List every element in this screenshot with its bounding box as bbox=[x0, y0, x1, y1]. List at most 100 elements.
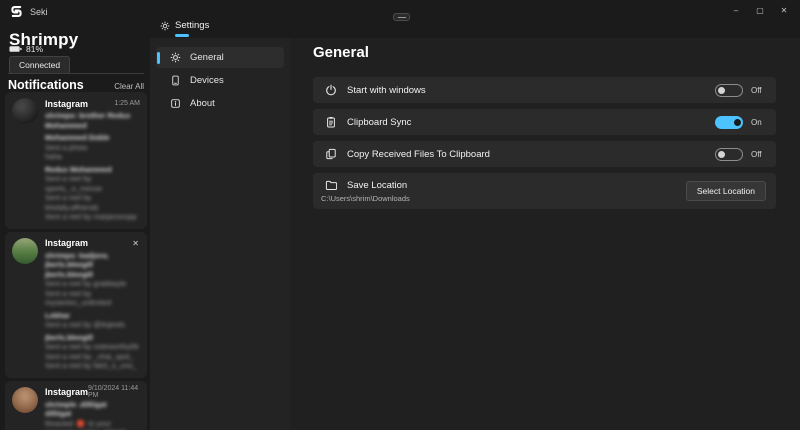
notification-message-line: haha bbox=[45, 152, 140, 162]
notification-avatar bbox=[12, 238, 38, 264]
notification-avatar bbox=[12, 387, 38, 413]
reaction-emoji-icon bbox=[77, 420, 84, 427]
notification-top-row: Instagram ✕ shrimpo: badjora; jberls.bleeg… bbox=[12, 238, 140, 371]
toggle-control: On bbox=[715, 116, 764, 129]
notification-message-line: Reacted to your message: I WILL WRAP YOU… bbox=[45, 419, 140, 430]
toggle-thumb bbox=[734, 119, 741, 126]
notification-sender-line: shrimple .dilliigat bbox=[45, 400, 140, 410]
toggle-start-with-windows[interactable] bbox=[715, 84, 743, 97]
app-title: Seki bbox=[30, 7, 48, 17]
battery-icon bbox=[9, 44, 22, 54]
setting-label: Start with windows bbox=[347, 85, 715, 96]
notification-message-line: Sent a reel by mysteries_unlimited bbox=[45, 289, 140, 308]
sidebar-item-general[interactable]: General bbox=[156, 47, 284, 68]
nav-item-label: General bbox=[190, 52, 224, 63]
notification-top-row: Instagram 1:25 AM shrimpo: brother Redux M… bbox=[12, 98, 140, 222]
toggle-thumb bbox=[718, 151, 725, 158]
notification-sender-line: dilliigat bbox=[45, 409, 140, 419]
notification-sender-line: jberls.bleegill bbox=[45, 270, 140, 280]
device-sidebar: Shrimpy 81% Connected Notifications Clea… bbox=[0, 28, 150, 430]
toggle-state-label: On bbox=[751, 118, 764, 127]
notification-message-line: Sent a reel by _chai_spot_ bbox=[45, 352, 140, 362]
page-title: General bbox=[313, 44, 369, 61]
toggle-clipboard-sync[interactable] bbox=[715, 116, 743, 129]
battery-percent: 81% bbox=[26, 44, 43, 54]
maximize-button[interactable]: ▢ bbox=[748, 1, 772, 19]
info-icon bbox=[170, 98, 181, 109]
sidebar-item-about[interactable]: About bbox=[156, 93, 284, 114]
minimize-button[interactable]: – bbox=[724, 1, 748, 19]
notification-close-icon[interactable]: ✕ bbox=[131, 239, 140, 248]
app-identity: Seki bbox=[10, 5, 48, 18]
toggle-control: Off bbox=[715, 84, 764, 97]
window-drag-pill[interactable] bbox=[393, 13, 410, 21]
tab-active-indicator bbox=[175, 34, 189, 37]
toggle-thumb bbox=[718, 87, 725, 94]
window-controls: – ▢ ✕ bbox=[724, 1, 796, 19]
notification-card[interactable]: Instagram ✕ shrimpo: badjora; jberls.bleeg… bbox=[5, 232, 147, 378]
settings-main: General Start with windowsOffClipboard S… bbox=[290, 38, 800, 430]
power-icon bbox=[325, 84, 337, 96]
notification-message-line: Sent a reel by noteworthy99 bbox=[45, 342, 140, 352]
notification-sender-line: shrimpo: brother Redux Mohammed bbox=[45, 111, 140, 130]
notification-message-line: Sent a reel by sports_.o_messe bbox=[45, 174, 140, 193]
notification-sender-line: jberls.bleegill bbox=[45, 333, 140, 343]
gear-icon bbox=[160, 21, 170, 31]
notification-body: Instagram 1:25 AM shrimpo: brother Redux M… bbox=[45, 98, 140, 222]
setting-row-clipboard-sync: Clipboard Sync On bbox=[313, 109, 776, 135]
settings-nav-list: General Devices About bbox=[150, 38, 290, 125]
titlebar: Seki – ▢ ✕ bbox=[0, 0, 800, 28]
setting-row-start-with-windows: Start with windowsOff bbox=[313, 77, 776, 103]
tab-settings-label: Settings bbox=[175, 20, 209, 31]
notifications-title: Notifications bbox=[8, 78, 84, 92]
clipboard-icon bbox=[325, 116, 337, 128]
notification-sender-line: shrimpo: badjora; jberls.bleegill bbox=[45, 251, 140, 270]
notifications-header: Notifications Clear All bbox=[8, 78, 144, 92]
setting-label: Save Location bbox=[347, 180, 686, 191]
notification-avatar bbox=[12, 98, 38, 124]
save-location-path: C:\Users\shrim\Downloads bbox=[321, 194, 686, 203]
setting-label-group: Save Location C:\Users\shrim\Downloads bbox=[321, 179, 686, 203]
settings-rows: Start with windowsOffClipboard SyncOnCop… bbox=[313, 77, 776, 215]
notification-card[interactable]: Instagram9/10/2024 11:44 PMshrimple .dil… bbox=[5, 381, 147, 430]
notification-app-name: Instagram bbox=[45, 387, 88, 397]
battery-status: 81% bbox=[9, 44, 43, 54]
setting-label: Clipboard Sync bbox=[347, 117, 715, 128]
notification-message-line: Sent a reel by grabbayle bbox=[45, 279, 140, 289]
toggle-state-label: Off bbox=[751, 150, 764, 159]
notification-message-line: Sent a reel by khelafy.affriendz bbox=[45, 193, 140, 212]
notification-sender-line: Mohammed Doble bbox=[45, 133, 140, 143]
nav-item-label: About bbox=[190, 98, 215, 109]
notification-message-line: Sent a photo bbox=[45, 143, 140, 153]
connection-status-chip[interactable]: Connected bbox=[9, 56, 70, 74]
notification-sender-line: Lebhar bbox=[45, 311, 140, 321]
notification-body: Instagram9/10/2024 11:44 PMshrimple .dil… bbox=[45, 387, 140, 430]
setting-row-save-location: Save Location C:\Users\shrim\DownloadsSel… bbox=[313, 173, 776, 209]
notification-card[interactable]: Instagram 1:25 AM shrimpo: brother Redux M… bbox=[5, 92, 147, 229]
notification-message-line: Sent a reel by fati3_o_uno_ bbox=[45, 361, 140, 371]
gear-icon bbox=[170, 52, 181, 63]
notification-body: Instagram ✕ shrimpo: badjora; jberls.bleeg… bbox=[45, 238, 140, 371]
notification-timestamp: 1:25 AM bbox=[114, 100, 140, 107]
drag-pill-dash bbox=[398, 17, 406, 18]
sidebar-item-devices[interactable]: Devices bbox=[156, 70, 284, 91]
sidebar-divider bbox=[8, 73, 144, 74]
smartphone-icon bbox=[170, 75, 181, 86]
notification-message-line: Sent a reel by @itsjewls bbox=[45, 320, 140, 330]
notification-message-line: Sent a reel by marjansoupp bbox=[45, 212, 140, 222]
close-button[interactable]: ✕ bbox=[772, 1, 796, 19]
select-location-button[interactable]: Select Location bbox=[686, 181, 766, 201]
notification-header-row: Instagram9/10/2024 11:44 PM bbox=[45, 387, 140, 398]
setting-row-copy-received-files: Copy Received Files To Clipboard Off bbox=[313, 141, 776, 167]
notification-header-row: Instagram ✕ bbox=[45, 238, 140, 249]
toggle-copy-received-files[interactable] bbox=[715, 148, 743, 161]
tab-settings[interactable]: Settings bbox=[160, 20, 209, 31]
notification-timestamp: 9/10/2024 11:44 PM bbox=[88, 385, 140, 399]
settings-nav-panel: General Devices About bbox=[150, 38, 290, 430]
setting-label-row: Save Location bbox=[325, 179, 686, 191]
clear-all-button[interactable]: Clear All bbox=[114, 82, 144, 91]
copy-icon bbox=[325, 148, 337, 160]
notification-app-name: Instagram bbox=[45, 238, 88, 248]
notification-app-name: Instagram bbox=[45, 99, 88, 109]
setting-label: Copy Received Files To Clipboard bbox=[347, 149, 715, 160]
